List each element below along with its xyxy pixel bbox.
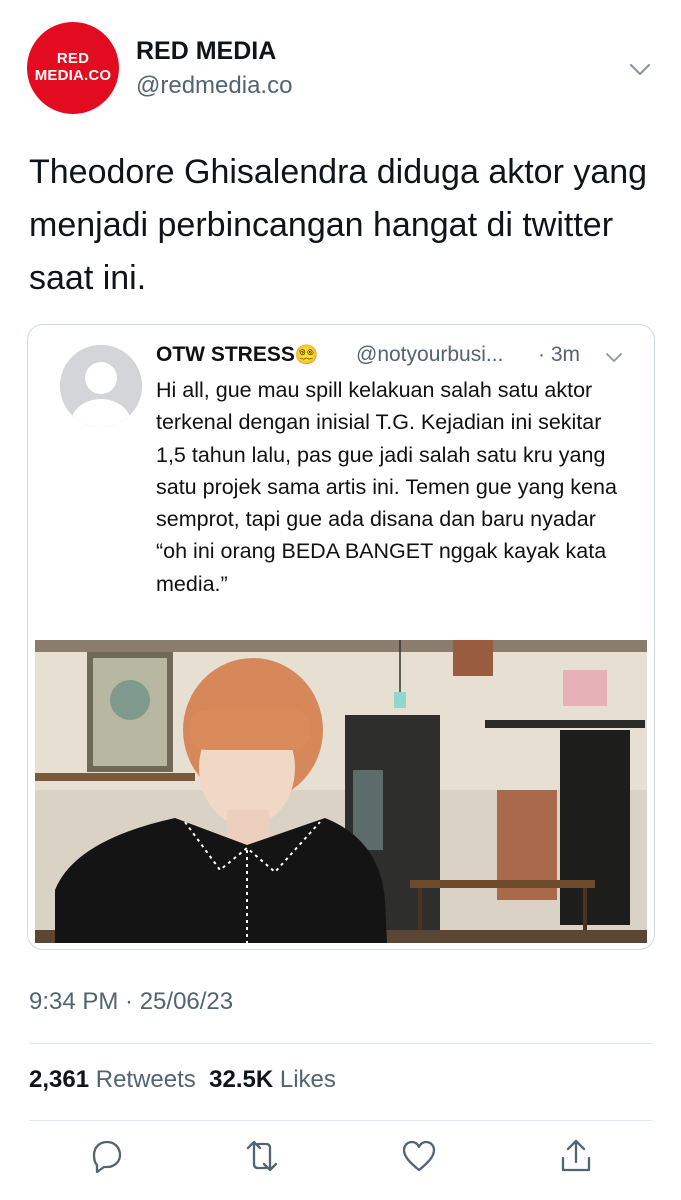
default-avatar-icon xyxy=(60,345,142,427)
dizzy-face-emoji: 😵‍💫 xyxy=(294,345,319,366)
author-display-name[interactable]: RED MEDIA xyxy=(136,37,276,66)
like-count[interactable]: 32.5K xyxy=(209,1066,273,1093)
cafe-portrait-photo xyxy=(35,640,647,943)
quoted-tweet-card[interactable]: OTW STRESS😵‍💫 @notyourbusi... · 3m Hi al… xyxy=(27,324,655,950)
avatar-text-line2: MEDIA.CO xyxy=(34,67,112,84)
quoted-author-name: OTW STRESS😵‍💫 xyxy=(156,343,319,367)
heart-icon[interactable] xyxy=(399,1136,439,1176)
quoted-tweet-text: Hi all, gue mau spill kelakuan salah sat… xyxy=(156,378,617,596)
tweet-text: Theodore Ghisalendra diduga aktor yang m… xyxy=(29,153,648,298)
author-avatar[interactable]: RED MEDIA.CO xyxy=(27,22,119,114)
share-icon[interactable] xyxy=(556,1136,596,1176)
like-label[interactable]: Likes xyxy=(280,1066,336,1093)
quoted-name-text: OTW STRESS xyxy=(156,343,295,366)
quoted-author-handle: @notyourbusi... xyxy=(356,343,504,366)
chevron-down-icon[interactable] xyxy=(626,55,654,83)
quoted-timestamp: · 3m xyxy=(538,343,580,366)
attached-photo[interactable] xyxy=(35,640,647,943)
author-handle[interactable]: @redmedia.co xyxy=(136,72,292,100)
retweet-count[interactable]: 2,361 xyxy=(29,1066,89,1093)
divider xyxy=(29,1120,653,1121)
retweet-icon[interactable] xyxy=(242,1136,282,1176)
tweet-header: RED MEDIA.CO RED MEDIA @redmedia.co xyxy=(0,0,681,130)
retweet-label[interactable]: Retweets xyxy=(96,1066,196,1093)
action-bar xyxy=(0,1136,681,1186)
tweet-timestamp[interactable]: 9:34 PM · 25/06/23 xyxy=(29,988,233,1016)
quoted-avatar xyxy=(60,345,142,427)
reply-icon[interactable] xyxy=(86,1136,126,1176)
chevron-down-icon xyxy=(606,353,622,362)
engagement-stats: 2,361 Retweets 32.5K Likes xyxy=(29,1066,336,1094)
avatar-text-line1: RED xyxy=(56,50,90,68)
divider xyxy=(29,1043,653,1044)
